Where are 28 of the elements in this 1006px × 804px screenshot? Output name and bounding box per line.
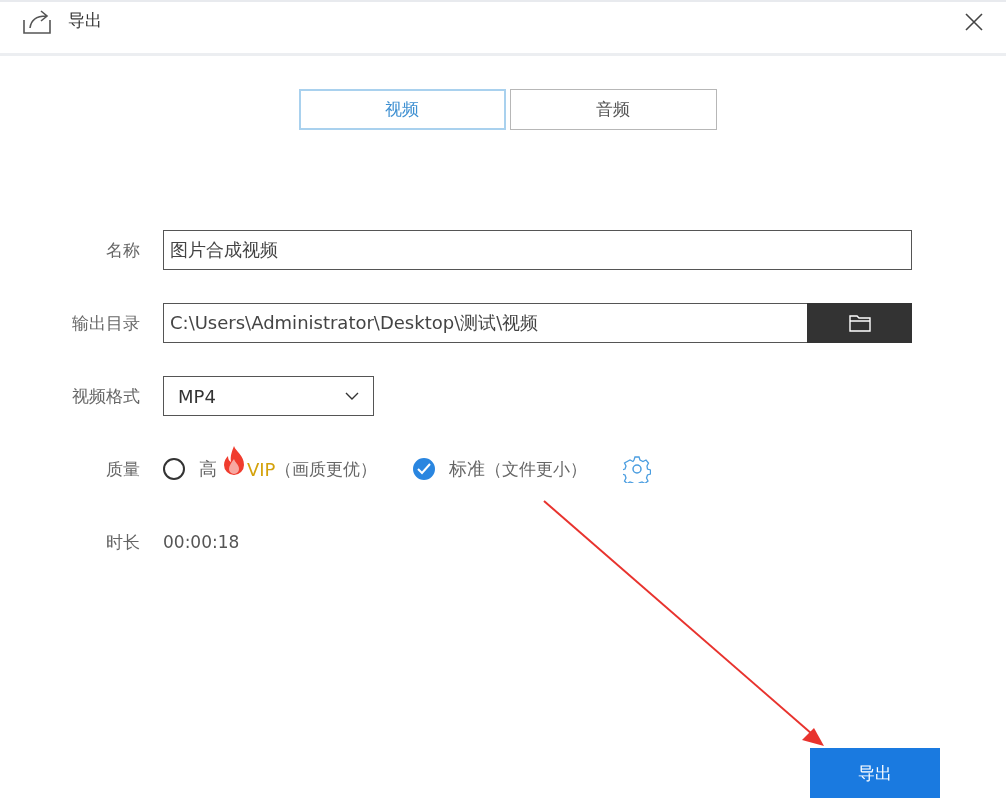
export-icon (22, 7, 54, 36)
radio-button[interactable] (413, 458, 436, 480)
flame-icon (221, 445, 247, 477)
option-note: （画质更优） (275, 457, 378, 481)
option-label: 标准 (449, 457, 486, 481)
vip-label: VIP (247, 458, 276, 480)
folder-button[interactable] (807, 303, 912, 343)
export-button[interactable]: 导出 (810, 748, 940, 798)
name-field[interactable]: 图片合成视频 (163, 230, 912, 270)
duration-value: 00:00:18 (163, 532, 240, 552)
option-label: 高 (199, 457, 217, 481)
field-label: 输出目录 (71, 311, 141, 335)
check-icon (417, 463, 432, 475)
tab[interactable]: 视频 (298, 89, 506, 130)
format-dropdown[interactable]: MP4 (163, 376, 374, 416)
settings-icon[interactable] (623, 455, 652, 483)
chevron-down-icon (345, 392, 359, 400)
field-label: 质量 (105, 457, 141, 481)
close-icon[interactable] (964, 11, 984, 32)
radio-button[interactable] (163, 458, 185, 480)
field-label: 名称 (105, 238, 141, 262)
folder-icon (847, 313, 872, 333)
window-title: 导出 (68, 9, 102, 32)
field-label: 时长 (105, 530, 141, 554)
option-note: （文件更小） (485, 457, 588, 481)
field-label: 视频格式 (71, 384, 141, 408)
path-field[interactable]: C:\Users\Administrator\Desktop\测试\视频 (163, 303, 807, 343)
tab[interactable]: 音频 (509, 89, 717, 130)
